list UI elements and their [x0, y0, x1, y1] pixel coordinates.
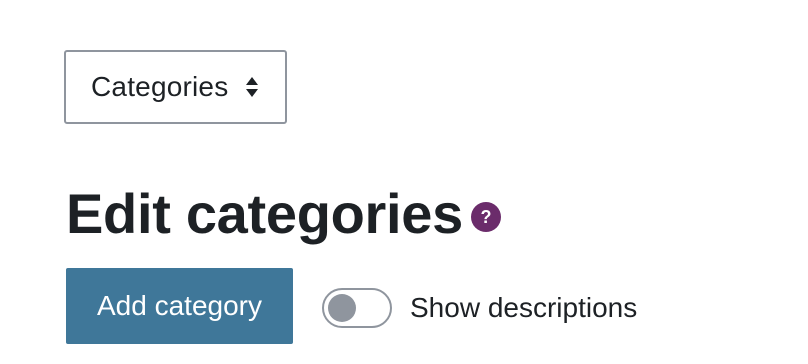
page-title: Edit categories — [66, 182, 463, 245]
show-descriptions-label[interactable]: Show descriptions — [410, 292, 637, 324]
sort-arrows-icon — [246, 77, 258, 97]
toggle-knob — [328, 294, 356, 322]
category-select[interactable]: Categories — [64, 50, 287, 124]
question-circle-icon[interactable]: ? — [470, 202, 501, 232]
show-descriptions-toggle-group: Show descriptions — [322, 286, 637, 330]
category-select-value: Categories — [91, 71, 229, 102]
page-header: Edit categories ? — [66, 178, 501, 250]
show-descriptions-toggle[interactable] — [322, 288, 392, 328]
add-category-button[interactable]: Add category — [66, 268, 293, 344]
